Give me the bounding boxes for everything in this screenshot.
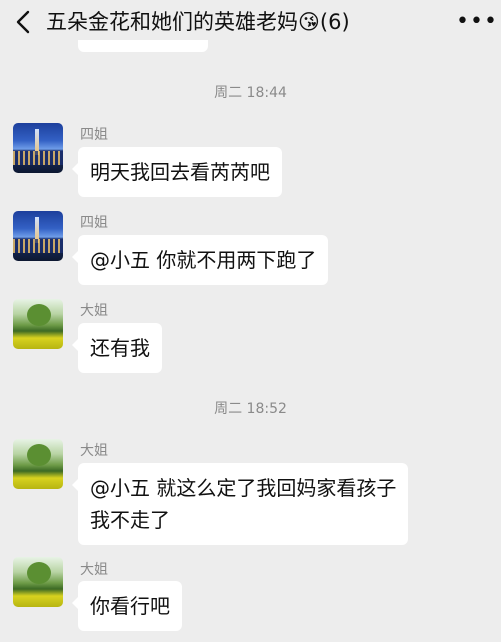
- message-bubble[interactable]: @小五 你就不用两下跑了: [71, 235, 329, 285]
- sender-name: 大姐: [80, 303, 108, 319]
- message-text: 还有我: [90, 336, 150, 360]
- avatar-si-jie[interactable]: [13, 123, 63, 173]
- avatar-da-jie[interactable]: [13, 557, 63, 607]
- message-bubble[interactable]: 明天我回去看芮芮吧: [72, 147, 282, 197]
- avatar-si-jie[interactable]: [13, 211, 63, 261]
- chevron-left-icon[interactable]: [12, 9, 36, 35]
- more-options-icon[interactable]: •••: [456, 8, 498, 36]
- previous-message-bubble: [78, 40, 208, 52]
- sender-name: 大姐: [80, 562, 108, 578]
- message-bubble[interactable]: 你看行吧: [72, 581, 182, 631]
- message-text: 明天我回去看芮芮吧: [90, 160, 270, 184]
- message-text: 我不走了: [90, 508, 170, 532]
- chat-title: 五朵金花和她们的英雄老妈😘(6): [46, 10, 350, 34]
- avatar-da-jie[interactable]: [13, 299, 63, 349]
- message-bubble[interactable]: 还有我: [72, 323, 162, 373]
- message-text: @小五 你就不用两下跑了: [90, 248, 317, 272]
- timestamp: 周二 18:44: [214, 85, 287, 101]
- message-text: @小五 就这么定了我回妈家看孩子: [90, 476, 397, 500]
- sender-name: 四姐: [80, 127, 108, 143]
- timestamp: 周二 18:52: [214, 401, 287, 417]
- sender-name: 四姐: [80, 215, 108, 231]
- message-bubble[interactable]: @小五 就这么定了我回妈家看孩子 我不走了: [71, 463, 409, 545]
- sender-name: 大姐: [80, 443, 108, 459]
- avatar-da-jie[interactable]: [13, 439, 63, 489]
- chat-header: 五朵金花和她们的英雄老妈😘(6) •••: [0, 0, 501, 44]
- message-text: 你看行吧: [90, 594, 170, 618]
